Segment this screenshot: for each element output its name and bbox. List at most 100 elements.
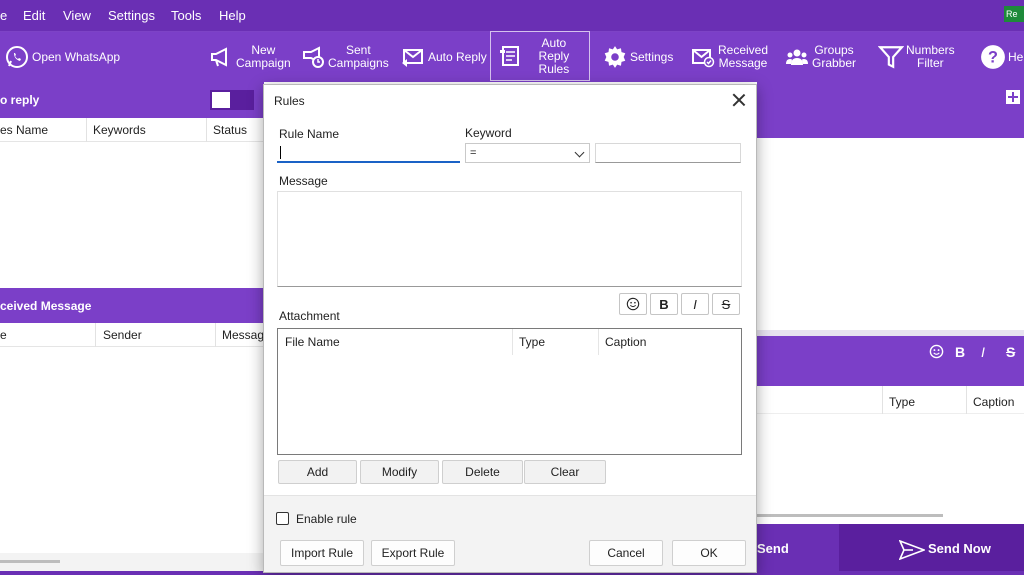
auto-reply-columns: es Name Keywords Status <box>0 118 264 142</box>
right-format-bar: B I S <box>757 336 1024 386</box>
export-rule-button[interactable]: Export Rule <box>371 540 455 566</box>
clear-button[interactable]: Clear <box>524 460 606 484</box>
registration-badge: Re <box>1004 6 1024 22</box>
menu-file[interactable]: e <box>0 8 7 23</box>
right-horizontal-scrollbar[interactable] <box>757 514 943 517</box>
rule-name-input[interactable] <box>277 143 460 163</box>
received-message-button[interactable]: Received Message <box>690 32 768 82</box>
sent-campaigns-button[interactable]: Sent Campaigns <box>300 32 389 82</box>
emoji-button[interactable] <box>619 293 647 315</box>
auto-reply-label: Auto Reply <box>428 49 487 64</box>
close-icon[interactable] <box>730 91 748 109</box>
left-horizontal-scrollbar[interactable] <box>0 560 60 563</box>
import-rule-button[interactable]: Import Rule <box>280 540 364 566</box>
column-type[interactable]: Type <box>889 395 915 409</box>
column-separator <box>882 386 883 414</box>
ok-button[interactable]: OK <box>672 540 746 566</box>
column-caption[interactable]: Caption <box>973 395 1014 409</box>
new-campaign-label-2: Campaign <box>236 56 291 70</box>
numbers-filter-label-2: Filter <box>917 56 944 70</box>
help-button[interactable]: ? Hel <box>980 32 1024 82</box>
cancel-button[interactable]: Cancel <box>589 540 663 566</box>
bold-button[interactable]: B <box>955 344 965 360</box>
send-now-label: Send Now <box>928 541 991 556</box>
numbers-filter-button[interactable]: Numbers Filter <box>878 32 955 82</box>
auto-reply-icon <box>400 44 426 70</box>
add-button[interactable]: Add <box>278 460 357 484</box>
dialog-footer: Enable rule Import Rule Export Rule Canc… <box>264 495 756 572</box>
whatsapp-icon <box>4 44 30 70</box>
help-label: Hel <box>1008 49 1024 64</box>
keyword-value-input[interactable] <box>595 143 741 163</box>
megaphone-icon <box>208 44 234 70</box>
auto-reply-rules-button[interactable]: Auto Reply Rules <box>490 31 590 81</box>
groups-grabber-label-1: Groups <box>814 43 854 57</box>
message-textarea[interactable] <box>277 191 742 287</box>
send-now-button[interactable]: Send Now <box>839 524 1024 575</box>
column-keywords[interactable]: Keywords <box>93 123 146 137</box>
groups-icon <box>784 44 810 70</box>
column-caption[interactable]: Caption <box>605 335 646 349</box>
column-status[interactable]: Status <box>213 123 247 137</box>
enable-rule-label[interactable]: Enable rule <box>296 512 357 526</box>
rule-name-label: Rule Name <box>279 127 340 141</box>
dialog-title: Rules <box>274 94 305 108</box>
new-campaign-label-1: New <box>251 43 276 57</box>
filter-icon <box>878 44 904 70</box>
toolbar: Open WhatsApp New Campaign Sent Campaigns … <box>0 31 1024 82</box>
auto-reply-panel-title: o reply <box>0 93 40 107</box>
send-button[interactable]: Send <box>757 541 789 556</box>
rules-icon <box>497 43 523 69</box>
received-panel-header: ceived Message <box>0 288 264 324</box>
italic-button[interactable]: I <box>981 344 985 360</box>
enable-rule-checkbox[interactable] <box>276 512 289 525</box>
menu-edit[interactable]: Edit <box>23 8 45 23</box>
auto-reply-button[interactable]: Auto Reply <box>400 32 487 82</box>
column-sender[interactable]: Sender <box>103 328 142 342</box>
modify-button[interactable]: Modify <box>360 460 439 484</box>
emoji-icon[interactable] <box>929 344 944 362</box>
delete-button[interactable]: Delete <box>442 460 523 484</box>
help-icon: ? <box>980 44 1006 70</box>
menu-tools[interactable]: Tools <box>171 8 201 23</box>
strikethrough-button[interactable]: S <box>712 293 740 315</box>
new-campaign-button[interactable]: New Campaign <box>208 32 291 82</box>
italic-button[interactable]: I <box>681 293 709 315</box>
keyword-operator-value: = <box>470 147 477 159</box>
add-icon[interactable] <box>1006 90 1020 104</box>
rules-dialog: Rules Rule Name Keyword = Message B I S … <box>263 84 757 573</box>
send-area: Send Send Now <box>757 524 1024 575</box>
message-label: Message <box>279 174 328 188</box>
menu-settings[interactable]: Settings <box>108 8 155 23</box>
keyword-operator-select[interactable]: = <box>465 143 590 163</box>
received-message-label-1: Received <box>718 43 769 57</box>
attachment-label: Attachment <box>279 309 340 323</box>
settings-button[interactable]: Settings <box>602 32 673 82</box>
menu-help[interactable]: Help <box>219 8 246 23</box>
received-panel-title: ceived Message <box>0 299 92 313</box>
menu-view[interactable]: View <box>63 8 91 23</box>
received-message-icon <box>690 44 716 70</box>
strike-button[interactable]: S <box>1006 344 1015 360</box>
bold-button[interactable]: B <box>650 293 678 315</box>
column-type[interactable]: Type <box>519 335 545 349</box>
svg-text:?: ? <box>988 48 998 66</box>
column-rules-name[interactable]: es Name <box>0 123 48 137</box>
column-separator <box>966 386 967 414</box>
auto-reply-rules-label-2: Rules <box>538 61 570 76</box>
chevron-down-icon <box>574 147 585 158</box>
sent-campaigns-label-2: Campaigns <box>328 56 389 70</box>
text-caret <box>280 146 281 159</box>
open-whatsapp-label: Open WhatsApp <box>32 49 121 64</box>
groups-grabber-button[interactable]: Groups Grabber <box>784 32 856 82</box>
sent-campaigns-label-1: Sent <box>346 43 371 57</box>
auto-reply-toggle[interactable] <box>210 90 254 110</box>
attachment-list[interactable]: File Name Type Caption <box>277 328 742 455</box>
paper-plane-icon <box>898 539 927 563</box>
column-date[interactable]: e <box>0 328 7 342</box>
column-file-name[interactable]: File Name <box>285 335 340 349</box>
auto-reply-rules-label-1: Auto Reply <box>538 35 570 63</box>
smiley-icon <box>626 297 640 311</box>
auto-reply-panel-header: o reply <box>0 82 264 118</box>
open-whatsapp-button[interactable]: Open WhatsApp <box>4 32 120 82</box>
